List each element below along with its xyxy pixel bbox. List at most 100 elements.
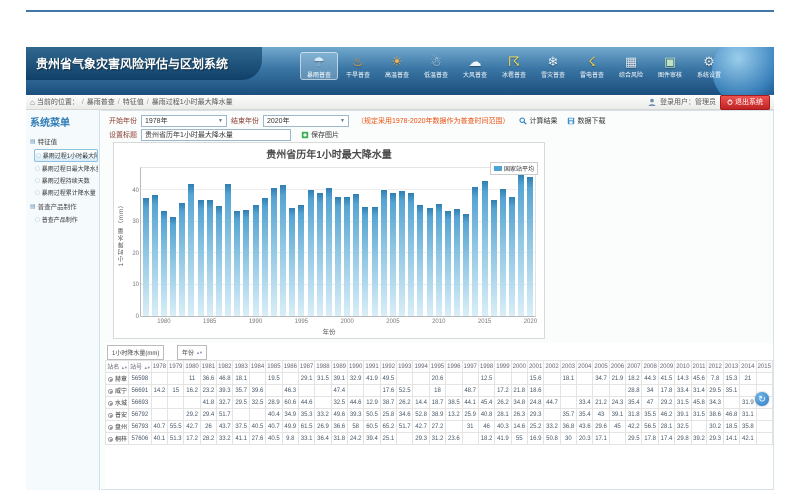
- breadcrumb-item[interactable]: 暴雨过程1小时最大降水量: [152, 99, 233, 106]
- column-header-year[interactable]: 1981: [200, 361, 216, 373]
- column-header-year[interactable]: 2004: [577, 361, 593, 373]
- value-cell: 47.4: [331, 385, 347, 397]
- document-icon: ▢: [35, 190, 40, 196]
- calculate-button[interactable]: 计算结果: [519, 116, 557, 126]
- column-header-year[interactable]: 2007: [626, 361, 642, 373]
- metric-filter-label: 1小时降水量(mm): [112, 348, 159, 357]
- column-header-year[interactable]: 1991: [364, 361, 380, 373]
- value-cell: 24.3: [609, 397, 625, 409]
- station-radio-button[interactable]: [108, 425, 113, 430]
- column-header-year[interactable]: 1992: [380, 361, 396, 373]
- column-header-year[interactable]: 1987: [298, 361, 314, 373]
- column-header-year[interactable]: 1984: [249, 361, 265, 373]
- column-header-year[interactable]: 2009: [658, 361, 674, 373]
- sidebar-group[interactable]: ▤特征值: [26, 134, 99, 148]
- column-header-year[interactable]: 1986: [282, 361, 298, 373]
- bar-1982: [179, 203, 185, 316]
- document-icon: ▢: [35, 217, 40, 223]
- column-header-year[interactable]: 2001: [527, 361, 543, 373]
- save-image-button[interactable]: 保存图片: [301, 130, 339, 140]
- column-header-year[interactable]: 1995: [429, 361, 445, 373]
- column-header-year[interactable]: 2015: [756, 361, 772, 373]
- nav-item-heat-survey[interactable]: ☀高温普查: [378, 52, 416, 80]
- year-filter[interactable]: 年份 ▲▼: [177, 345, 207, 360]
- column-header-year[interactable]: 1988: [315, 361, 331, 373]
- breadcrumb-item[interactable]: 暴雨普查: [87, 99, 115, 106]
- sidebar-group[interactable]: ▤普查产品制作: [26, 199, 99, 213]
- sidebar-item[interactable]: ▢普查产品制作: [34, 214, 98, 225]
- sort-icon[interactable]: ▲▼: [196, 350, 202, 355]
- nav-item-lightning-survey[interactable]: ☇雷电普查: [573, 52, 611, 80]
- value-cell: 34.9: [282, 409, 298, 421]
- nav-item-snow-survey[interactable]: ❄雪灾普查: [534, 52, 572, 80]
- station-radio-button[interactable]: [108, 413, 113, 418]
- value-cell: [560, 397, 576, 409]
- column-header-year[interactable]: 2013: [723, 361, 739, 373]
- column-header-year[interactable]: 1990: [348, 361, 364, 373]
- bar-1997: [317, 193, 323, 316]
- column-header-year[interactable]: 1982: [217, 361, 233, 373]
- column-header-year[interactable]: 1993: [397, 361, 413, 373]
- value-cell: 29.3: [413, 433, 429, 445]
- nav-item-wind-survey[interactable]: ☁大风普查: [456, 52, 494, 80]
- column-header-year[interactable]: 2002: [544, 361, 560, 373]
- column-header-year[interactable]: 2006: [609, 361, 625, 373]
- sidebar-item[interactable]: ▢暴雨过程日最大降水量: [34, 163, 98, 174]
- value-cell: 17.2: [184, 433, 200, 445]
- sort-icon[interactable]: ▲▼: [121, 365, 127, 370]
- sidebar-item[interactable]: ▢暴雨过程累计降水量: [34, 187, 98, 198]
- station-radio-button[interactable]: [108, 401, 113, 406]
- column-header-station-name[interactable]: 站名 ▲▼: [106, 361, 129, 373]
- start-year-select[interactable]: 1978年 ▼: [141, 115, 227, 127]
- value-cell: 18.2: [626, 373, 642, 385]
- nav-item-map-review[interactable]: ▣图件审核: [651, 52, 689, 80]
- value-cell: 21.8: [511, 385, 527, 397]
- sidebar-item[interactable]: ▢暴雨过程持续天数: [34, 175, 98, 186]
- column-header-year[interactable]: 2008: [642, 361, 658, 373]
- column-header-year[interactable]: 1985: [266, 361, 282, 373]
- station-radio-button[interactable]: [108, 437, 113, 442]
- nav-item-rainstorm-survey[interactable]: ☂暴雨普查: [300, 52, 338, 80]
- sidebar-item[interactable]: ▢暴雨过程1小时最大降水量: [34, 149, 98, 162]
- column-header-year[interactable]: 1978: [151, 361, 167, 373]
- station-radio-button[interactable]: [108, 389, 113, 394]
- column-header-year[interactable]: 1983: [233, 361, 249, 373]
- column-header-station-id[interactable]: 站号 ▲▼: [129, 361, 152, 373]
- chart-legend[interactable]: 国家站平均: [490, 162, 538, 175]
- column-header-year[interactable]: 1999: [495, 361, 511, 373]
- column-header-year[interactable]: 1997: [462, 361, 478, 373]
- column-header-year[interactable]: 2010: [675, 361, 691, 373]
- column-header-year[interactable]: 1994: [413, 361, 429, 373]
- metric-filter[interactable]: 1小时降水量(mm): [107, 345, 164, 360]
- bar-1993: [280, 185, 286, 316]
- column-header-year[interactable]: 1989: [331, 361, 347, 373]
- end-year-select[interactable]: 2020年 ▼: [263, 115, 349, 127]
- nav-item-hail-survey[interactable]: ☈冰雹普查: [495, 52, 533, 80]
- value-cell: 52.8: [413, 409, 429, 421]
- station-radio-button[interactable]: [108, 377, 113, 382]
- sort-icon[interactable]: ▲▼: [144, 365, 150, 370]
- column-header-year[interactable]: 1996: [446, 361, 462, 373]
- column-header-year[interactable]: 2000: [511, 361, 527, 373]
- column-header-year[interactable]: 1979: [168, 361, 184, 373]
- column-header-year[interactable]: 2014: [740, 361, 756, 373]
- value-cell: [282, 373, 298, 385]
- download-button[interactable]: 数据下载: [567, 116, 605, 126]
- chart-title-input[interactable]: [141, 129, 291, 141]
- loading-spinner-icon[interactable]: ↻: [755, 392, 769, 406]
- column-header-year[interactable]: 1980: [184, 361, 200, 373]
- nav-item-label: 干旱普查: [341, 69, 376, 78]
- nav-item-drought-survey[interactable]: ♨干旱普查: [339, 52, 377, 80]
- column-header-year[interactable]: 2003: [560, 361, 576, 373]
- nav-item-system-settings[interactable]: ⚙系统设置: [690, 52, 728, 80]
- nav-item-cold-survey[interactable]: ☃低温普查: [417, 52, 455, 80]
- column-header-year[interactable]: 1998: [478, 361, 494, 373]
- breadcrumb-item[interactable]: 特征值: [123, 99, 144, 106]
- column-header-year[interactable]: 2011: [691, 361, 707, 373]
- logout-button[interactable]: 退出系统: [720, 95, 770, 110]
- document-icon: ▢: [35, 178, 40, 184]
- value-cell: 32.7: [217, 397, 233, 409]
- column-header-year[interactable]: 2005: [593, 361, 609, 373]
- column-header-year[interactable]: 2012: [707, 361, 723, 373]
- nav-item-composite-risk[interactable]: ▦综合风险: [612, 52, 650, 80]
